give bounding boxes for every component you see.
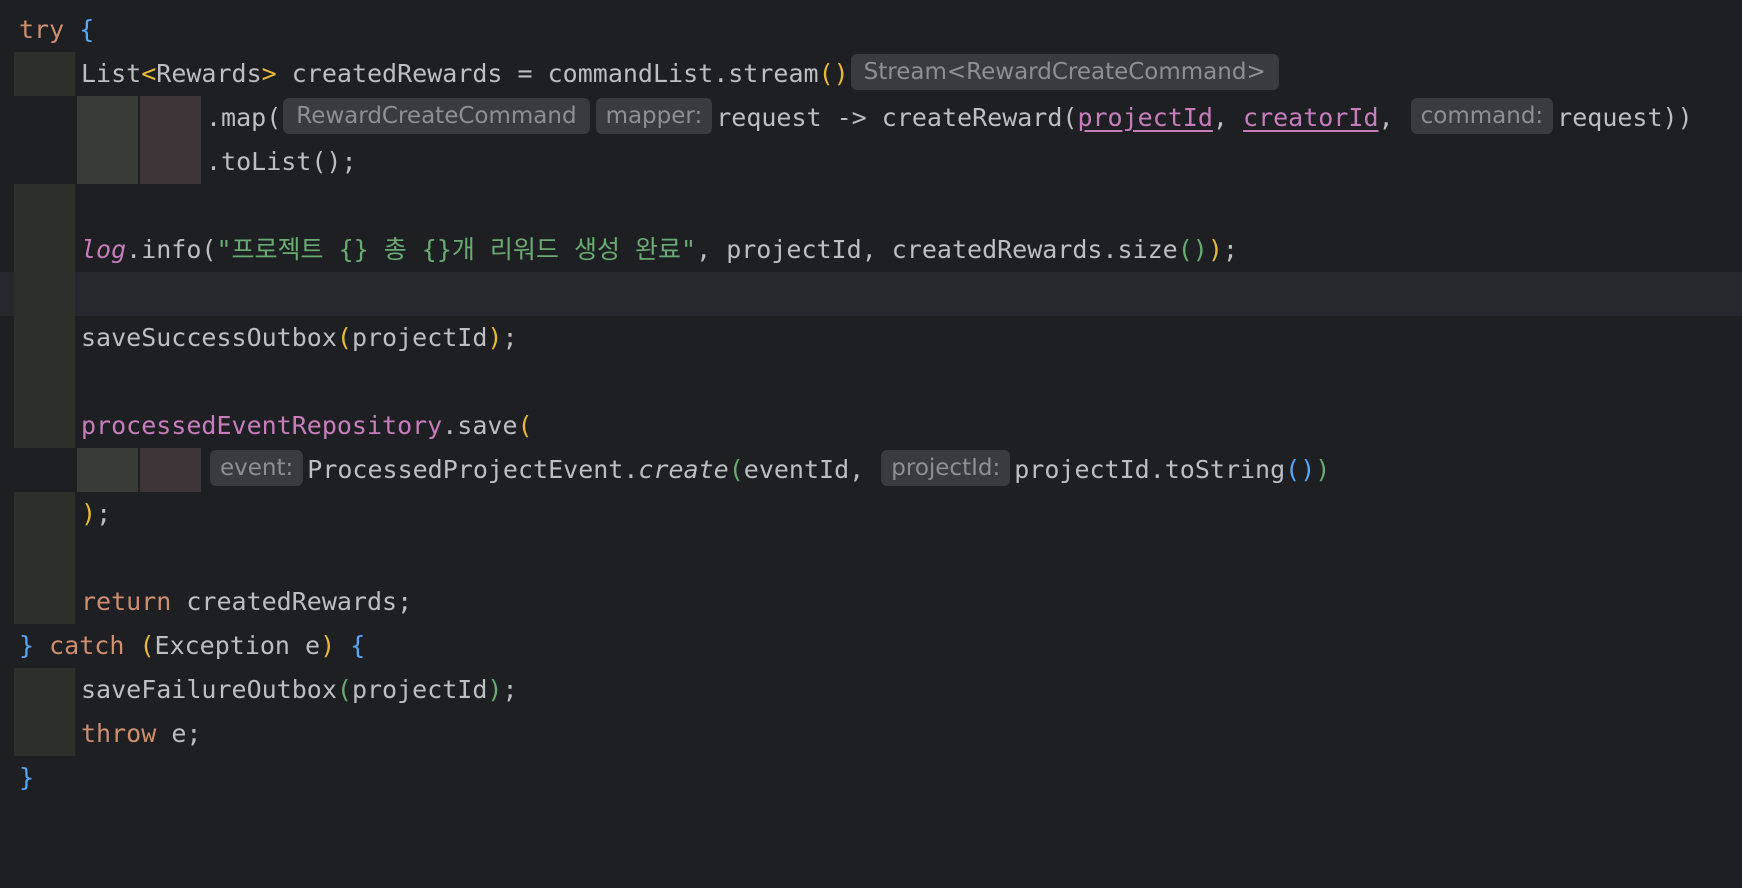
code-text: return createdRewards;	[81, 587, 413, 616]
code-line-empty[interactable]	[0, 360, 1742, 404]
code-text: saveFailureOutbox(projectId);	[81, 675, 518, 704]
code-text: List<Rewards> createdRewards = commandLi…	[81, 52, 1283, 96]
indent-guide	[14, 536, 75, 580]
indent-guide	[140, 448, 201, 492]
indent-guide	[14, 580, 75, 624]
code-text: } catch (Exception e) {	[19, 631, 366, 660]
param-inlay-hint[interactable]: event:	[210, 450, 304, 486]
code-text: .map(RewardCreateCommand mapper: request -…	[206, 96, 1693, 140]
code-text: event: ProcessedProjectEvent.create(event…	[206, 448, 1330, 492]
code-line-map[interactable]: .map(RewardCreateCommand mapper: request -…	[0, 96, 1742, 140]
code-text: log.info("프로젝트 {} 총 {}개 리워드 생성 완료", proj…	[81, 235, 1238, 264]
code-line-try[interactable]: try {	[0, 8, 1742, 52]
code-text: saveSuccessOutbox(projectId);	[81, 323, 518, 352]
indent-guide	[14, 404, 75, 448]
code-line-tolist[interactable]: .toList();	[0, 140, 1742, 184]
code-line-current[interactable]	[0, 272, 1742, 316]
indent-guide	[77, 140, 138, 184]
code-line-close-brace[interactable]: }	[0, 756, 1742, 800]
indent-guide	[14, 668, 75, 712]
type-inlay-hint[interactable]: Stream<RewardCreateCommand>	[850, 54, 1279, 90]
indent-guide	[140, 96, 201, 140]
indent-guide	[14, 316, 75, 360]
code-line-return[interactable]: return createdRewards;	[0, 580, 1742, 624]
type-inlay-hint[interactable]: RewardCreateCommand	[283, 98, 590, 134]
code-line-save-failure[interactable]: saveFailureOutbox(projectId);	[0, 668, 1742, 712]
code-text: processedEventRepository.save(	[81, 411, 533, 440]
code-line-log[interactable]: log.info("프로젝트 {} 총 {}개 리워드 생성 완료", proj…	[0, 228, 1742, 272]
code-text: try {	[19, 15, 95, 44]
code-line-empty[interactable]	[0, 184, 1742, 228]
indent-guide	[14, 492, 75, 536]
code-text: }	[19, 763, 35, 792]
indent-guide	[14, 228, 75, 272]
indent-guide	[14, 184, 75, 228]
indent-guide	[77, 448, 138, 492]
indent-guide	[77, 96, 138, 140]
indent-guide	[14, 52, 75, 96]
code-text: .toList();	[206, 147, 357, 176]
indent-guide	[14, 360, 75, 404]
indent-guide	[140, 140, 201, 184]
code-text: throw e;	[81, 719, 202, 748]
code-editor[interactable]: try { List<Rewards> createdRewards = com…	[0, 0, 1742, 804]
code-line-empty[interactable]	[0, 536, 1742, 580]
code-line-list-declaration[interactable]: List<Rewards> createdRewards = commandLi…	[0, 52, 1742, 96]
indent-guide	[14, 712, 75, 756]
code-line-close-save[interactable]: );	[0, 492, 1742, 536]
code-line-catch[interactable]: } catch (Exception e) {	[0, 624, 1742, 668]
param-inlay-hint[interactable]: mapper:	[595, 98, 713, 134]
param-inlay-hint[interactable]: projectId:	[881, 450, 1011, 486]
indent-guide	[14, 272, 75, 316]
param-inlay-hint[interactable]: command:	[1410, 98, 1554, 134]
code-line-repository-save[interactable]: processedEventRepository.save(	[0, 404, 1742, 448]
code-line-create-event[interactable]: event: ProcessedProjectEvent.create(event…	[0, 448, 1742, 492]
code-text: );	[81, 499, 112, 528]
code-line-save-success[interactable]: saveSuccessOutbox(projectId);	[0, 316, 1742, 360]
code-line-throw[interactable]: throw e;	[0, 712, 1742, 756]
